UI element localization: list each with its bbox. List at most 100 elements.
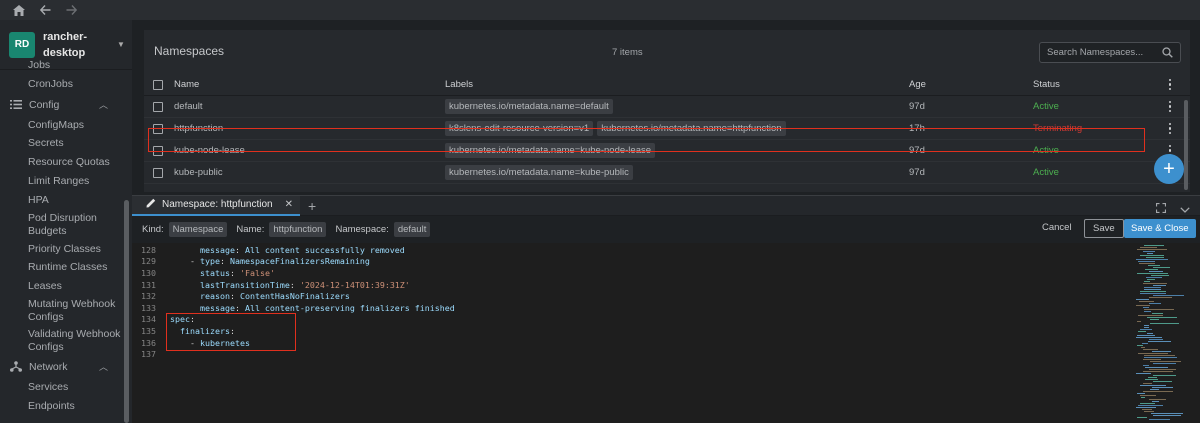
minimap-line xyxy=(1149,303,1161,304)
row-checkbox[interactable] xyxy=(153,101,163,112)
line-number: 137 xyxy=(141,349,156,360)
minimap-line xyxy=(1150,361,1181,362)
code-line[interactable]: 133 message: All content-preserving fina… xyxy=(132,302,1200,314)
back-arrow-icon[interactable] xyxy=(38,3,52,17)
line-number: 129 xyxy=(141,256,156,267)
row-menu-icon[interactable] xyxy=(1167,122,1173,135)
line-number: 130 xyxy=(141,267,156,278)
code-line[interactable]: 132 reason: ContentHasNoFinalizers xyxy=(132,290,1200,302)
minimap-line xyxy=(1137,417,1147,418)
column-header-age[interactable]: Age xyxy=(909,79,926,90)
sidebar-item-jobs[interactable]: Jobs xyxy=(0,56,124,75)
minimap-line xyxy=(1142,409,1152,410)
chevron-up-icon[interactable]: ︿ xyxy=(99,98,108,111)
new-tab-button[interactable]: + xyxy=(308,198,316,214)
code-line[interactable]: 131 lastTransitionTime: '2024-12-14T01:3… xyxy=(132,279,1200,291)
line-number: 136 xyxy=(141,337,156,348)
sidebar-item-validating-webhook-configs[interactable]: Validating Webhook Configs xyxy=(0,326,124,356)
code-line[interactable]: 128 message: All content successfully re… xyxy=(132,244,1200,256)
item-count: 7 items xyxy=(612,47,643,58)
close-icon[interactable]: ✕ xyxy=(285,199,293,210)
cancel-button[interactable]: Cancel xyxy=(1042,222,1072,233)
home-icon[interactable] xyxy=(12,3,26,17)
dock-panel: Namespace: httpfunction ✕ + Kind: Namesp… xyxy=(132,195,1200,423)
minimap-line xyxy=(1145,269,1158,270)
minimap-line xyxy=(1144,309,1174,310)
minimap-line xyxy=(1143,359,1161,360)
sidebar-scrollbar[interactable] xyxy=(124,200,129,423)
table-row[interactable]: default kubernetes.io/metadata.name=defa… xyxy=(144,96,1190,118)
minimap-line xyxy=(1140,329,1152,330)
sidebar-item-runtime-classes[interactable]: Runtime Classes xyxy=(0,258,124,277)
minimap-line xyxy=(1140,247,1157,248)
yaml-key: message xyxy=(199,244,235,255)
minimap-line xyxy=(1143,365,1149,366)
sidebar-item-services[interactable]: Services xyxy=(0,378,124,397)
forward-arrow-icon[interactable] xyxy=(64,3,78,17)
row-checkbox[interactable] xyxy=(153,167,163,178)
sidebar-item-limit-ranges[interactable]: Limit Ranges xyxy=(0,172,124,191)
sidebar-item-configmaps[interactable]: ConfigMaps xyxy=(0,116,124,135)
network-icon xyxy=(10,361,24,373)
save-button[interactable]: Save xyxy=(1084,219,1124,238)
yaml-editor[interactable]: 128 message: All content successfully re… xyxy=(132,243,1200,423)
yaml-value: All content successfully removed xyxy=(239,244,405,255)
minimap-line xyxy=(1153,363,1176,364)
highlight-box-terminating-row xyxy=(148,128,1145,152)
code-line[interactable]: 130 status: 'False' xyxy=(132,267,1200,279)
table-row[interactable]: kube-public kubernetes.io/metadata.name=… xyxy=(144,162,1190,184)
minimap-line xyxy=(1152,313,1163,314)
table-scrollbar[interactable] xyxy=(1184,100,1188,190)
labels-cell: kubernetes.io/metadata.name=kube-public xyxy=(445,165,633,180)
sidebar-group-network[interactable]: Network ︿ xyxy=(0,356,124,378)
line-number: 134 xyxy=(141,314,156,325)
sidebar-item-cronjobs[interactable]: CronJobs xyxy=(0,75,124,94)
select-all-checkbox[interactable] xyxy=(153,79,163,90)
kind-label: Kind: xyxy=(142,223,164,235)
minimap-line xyxy=(1150,319,1159,320)
sidebar-item-mutating-webhook-configs[interactable]: Mutating Webhook Configs xyxy=(0,296,124,326)
row-menu-icon[interactable] xyxy=(1167,100,1173,113)
column-header-status[interactable]: Status xyxy=(1033,79,1060,90)
dock-tab-edit-namespace[interactable]: Namespace: httpfunction ✕ xyxy=(132,195,301,216)
sidebar-item-endpoints[interactable]: Endpoints xyxy=(0,397,124,416)
sidebar-item-pod-disruption-budgets[interactable]: Pod Disruption Budgets xyxy=(0,210,124,240)
minimap-line xyxy=(1137,345,1143,346)
search-input[interactable]: Search Namespaces... xyxy=(1039,42,1181,63)
minimap-line xyxy=(1144,327,1149,328)
sidebar-item-hpa[interactable]: HPA xyxy=(0,191,124,210)
column-header-labels[interactable]: Labels xyxy=(445,79,473,90)
status-badge: Active xyxy=(1033,101,1059,112)
cluster-badge: RD xyxy=(9,31,35,58)
code-indent: - xyxy=(170,256,200,267)
column-menu-icon[interactable] xyxy=(1167,78,1173,91)
age-cell: 97d xyxy=(909,167,925,178)
minimap-line xyxy=(1149,297,1172,298)
name-label: Name: xyxy=(236,223,265,235)
minimap-line xyxy=(1141,347,1145,348)
line-number: 133 xyxy=(141,302,156,313)
age-cell: 97d xyxy=(909,101,925,112)
sidebar-item-leases[interactable]: Leases xyxy=(0,277,124,296)
page-title: Namespaces xyxy=(154,44,225,58)
chevron-down-icon[interactable]: ▼ xyxy=(117,40,125,49)
minimap-line xyxy=(1136,305,1150,306)
minimap-line xyxy=(1145,379,1158,380)
minimap-line xyxy=(1136,373,1151,374)
namespace-value: default xyxy=(393,221,431,237)
sidebar-group-config[interactable]: Config ︿ xyxy=(0,94,124,116)
column-header-name[interactable]: Name xyxy=(174,79,199,90)
editor-minimap[interactable] xyxy=(1112,243,1198,423)
tab-label: Namespace: httpfunction xyxy=(162,199,273,210)
save-close-button[interactable]: Save & Close xyxy=(1124,219,1196,238)
chevron-up-icon[interactable]: ︿ xyxy=(99,360,108,373)
sidebar-item-secrets[interactable]: Secrets xyxy=(0,134,124,153)
sidebar-item-priority-classes[interactable]: Priority Classes xyxy=(0,240,124,259)
yaml-value: ContentHasNoFinalizers xyxy=(234,291,350,302)
yaml-key: reason xyxy=(199,291,230,302)
sidebar-item-resource-quotas[interactable]: Resource Quotas xyxy=(0,153,124,172)
minimap-line xyxy=(1137,393,1145,394)
code-line[interactable]: 129 - type: NamespaceFinalizersRemaining xyxy=(132,256,1200,268)
add-namespace-button[interactable]: + xyxy=(1154,154,1184,184)
